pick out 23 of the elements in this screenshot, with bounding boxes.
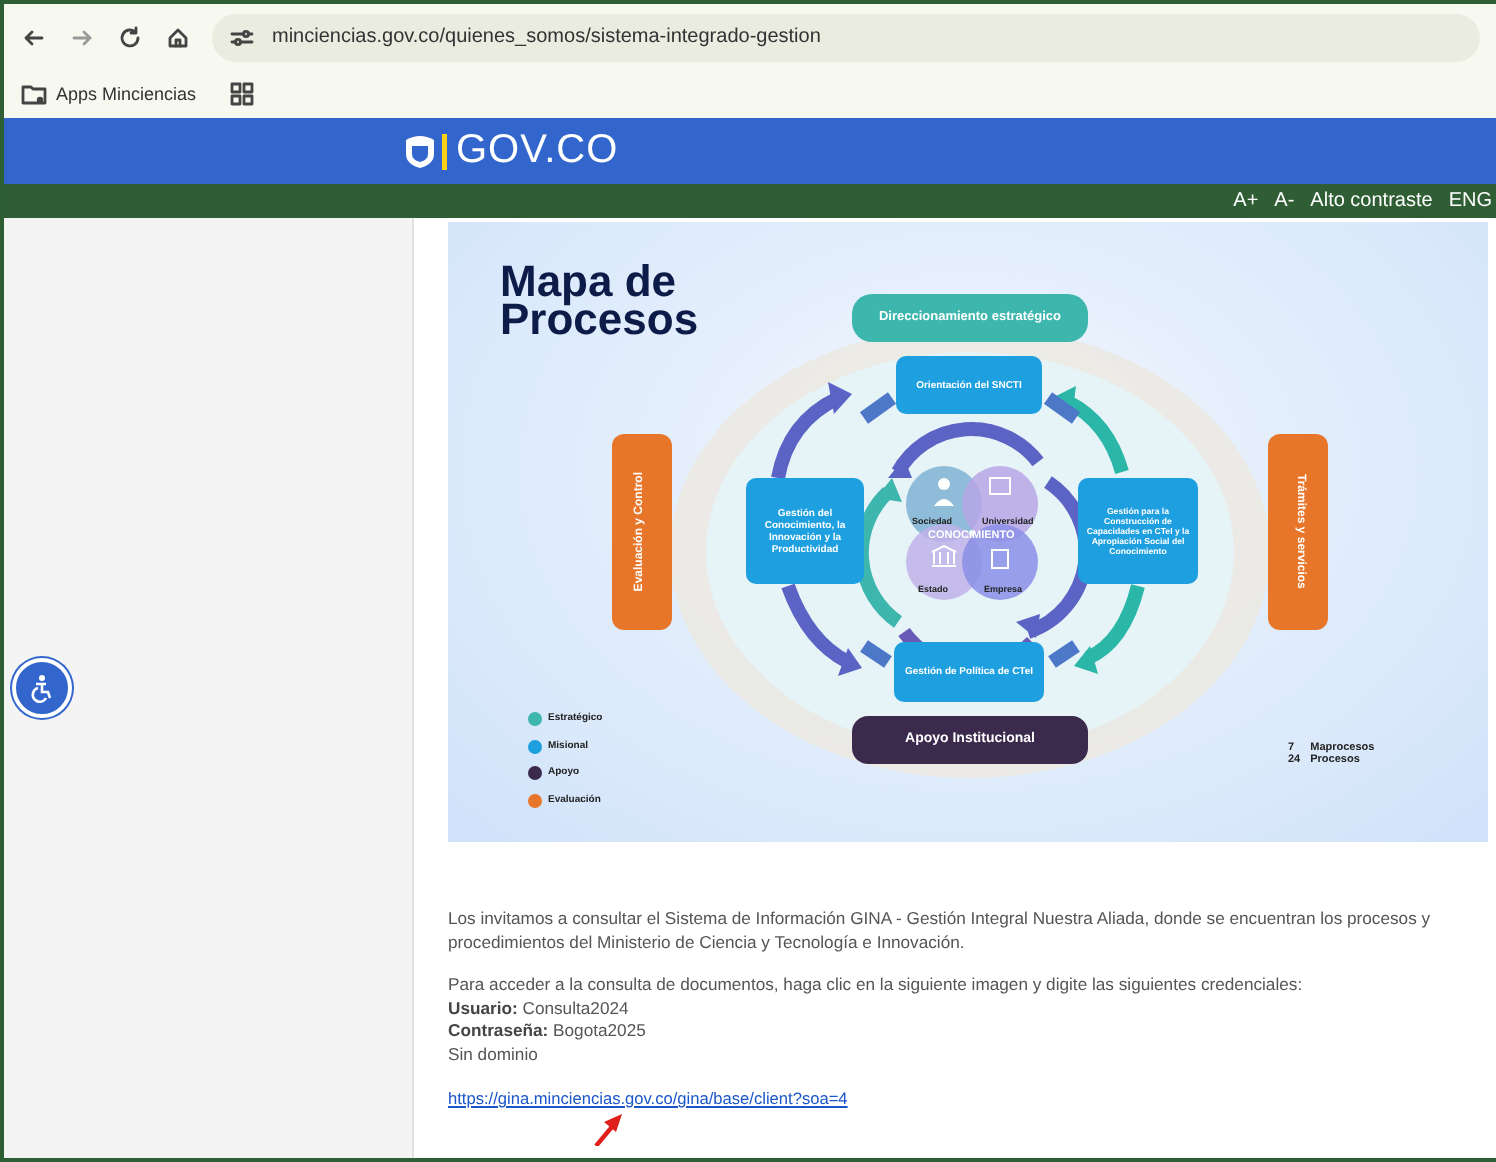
gov-logo-text[interactable]: GOV.CO: [456, 128, 619, 174]
utility-link[interactable]: ENG: [1448, 190, 1492, 212]
diagram-title: Mapa de Procesos: [500, 262, 701, 338]
domain-note: Sin dominio: [448, 1043, 540, 1066]
utility-link[interactable]: Alto contraste: [1310, 190, 1433, 212]
intro-paragraph: Los invitamos a consultar el Sistema de Información GINA - Gestión Integral Nuestra Aliada, donde se encuentran los procesos y procedimientos del Ministerio de Ciencia y Tecnología e Innovación.: [448, 908, 1433, 954]
accessibility-button[interactable]: [12, 658, 72, 718]
credential-line: Contraseña: Bogota2025: [448, 1020, 648, 1043]
bookmark[interactable]: Apps Minciencias: [20, 80, 197, 108]
access-instructions: Para acceder a la consulta de documentos, haga clic en la siguiente imagen y digite las siguientes credenciales:: [448, 974, 1305, 997]
credential-line: Usuario: Consulta2024: [448, 997, 631, 1020]
apps-grid-icon[interactable]: [228, 80, 257, 108]
address-bar[interactable]: minciencias.gov.co/quienes_somos/sistema-integrado-gestion: [212, 13, 1480, 61]
reload-icon[interactable]: [116, 23, 144, 51]
knowledge-circles-drawing: [906, 466, 1038, 600]
pointer-arrow: [594, 1113, 622, 1145]
gina-link[interactable]: https://gina.minciencias.gov.co/gina/base/client?soa=4: [448, 1088, 848, 1111]
coat-of-arms-icon: [406, 135, 434, 167]
home-icon[interactable]: [164, 23, 192, 51]
utility-link[interactable]: A-: [1274, 190, 1295, 212]
folder-icon: [20, 80, 48, 108]
flag-stripe: [442, 133, 447, 169]
utility-link[interactable]: A+: [1233, 190, 1259, 212]
